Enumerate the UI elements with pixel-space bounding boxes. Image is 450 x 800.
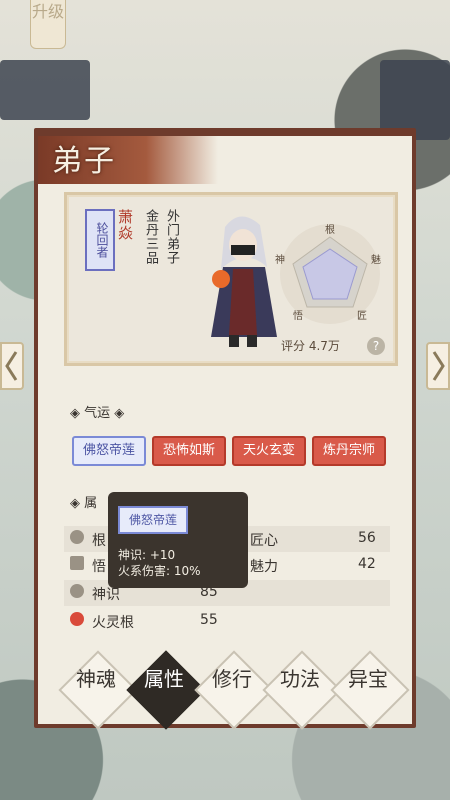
attr-label: 悟	[92, 559, 106, 575]
attribute-row: 火灵根 55	[64, 608, 390, 634]
reincarnator-tag: 轮回者	[85, 209, 115, 271]
tab-skills-label: 功法	[280, 667, 320, 691]
help-icon[interactable]: ?	[367, 337, 385, 355]
fortune-chip[interactable]: 恐怖如斯	[152, 436, 226, 466]
tooltip-line: 神识: +10	[118, 548, 176, 562]
attr-label: 根	[92, 533, 106, 549]
disciple-name: 萧焱	[116, 209, 134, 241]
attr-label: 魅力	[250, 559, 278, 575]
fortune-section-title: ◈ 气运 ◈	[70, 406, 125, 421]
attr-value: 56	[358, 530, 376, 546]
disciple-card: 轮回者 萧焱 金丹三品 外门弟子 根 魅 匠 悟 神 评分 4.7万 ?	[64, 192, 398, 366]
radar-label-shen: 神	[275, 253, 285, 266]
fire-root-icon	[70, 612, 84, 626]
chevron-right-icon	[432, 351, 445, 381]
panel-title: 弟子	[52, 144, 116, 179]
fortune-chip[interactable]: 炼丹宗师	[312, 436, 386, 466]
pavilion-roof-left	[0, 60, 90, 120]
tab-attributes-label: 属性	[144, 667, 184, 691]
radar-label-gen: 根	[325, 223, 335, 236]
attributes-section-title: ◈ 属	[70, 496, 98, 511]
chevron-left-icon	[5, 351, 18, 381]
root-icon	[70, 530, 84, 544]
radar-label-wu: 悟	[293, 309, 303, 322]
prev-arrow-button[interactable]	[0, 342, 24, 390]
fortune-chip[interactable]: 佛怒帝莲	[72, 436, 146, 466]
spirit-sense-icon	[70, 584, 84, 598]
score-label: 评分 4.7万	[281, 339, 340, 353]
attr-label: 火灵根	[92, 615, 134, 631]
fortune-tooltip: 佛怒帝莲 神识: +10 火系伤害: 10%	[108, 492, 248, 588]
tooltip-tag: 佛怒帝莲	[118, 506, 188, 534]
disciple-rank: 外门弟子	[164, 209, 179, 265]
attr-value: 42	[358, 556, 376, 572]
attr-label: 匠心	[250, 533, 278, 549]
attr-value: 55	[200, 612, 218, 628]
upgrade-button[interactable]: 升级	[30, 0, 66, 49]
insight-icon	[70, 556, 84, 570]
disciple-realm: 金丹三品	[143, 209, 158, 265]
fortune-chip[interactable]: 天火玄变	[232, 436, 306, 466]
radar-label-mei: 魅	[371, 253, 381, 266]
tab-cultivation-label: 修行	[212, 667, 252, 691]
next-arrow-button[interactable]	[426, 342, 450, 390]
tab-treasure-label: 异宝	[348, 667, 388, 691]
radar-label-jiang: 匠	[357, 310, 367, 322]
attribute-radar: 根 魅 匠 悟 神	[275, 223, 381, 324]
tooltip-line: 火系伤害: 10%	[118, 564, 201, 578]
tab-soul-label: 神魂	[76, 667, 116, 691]
